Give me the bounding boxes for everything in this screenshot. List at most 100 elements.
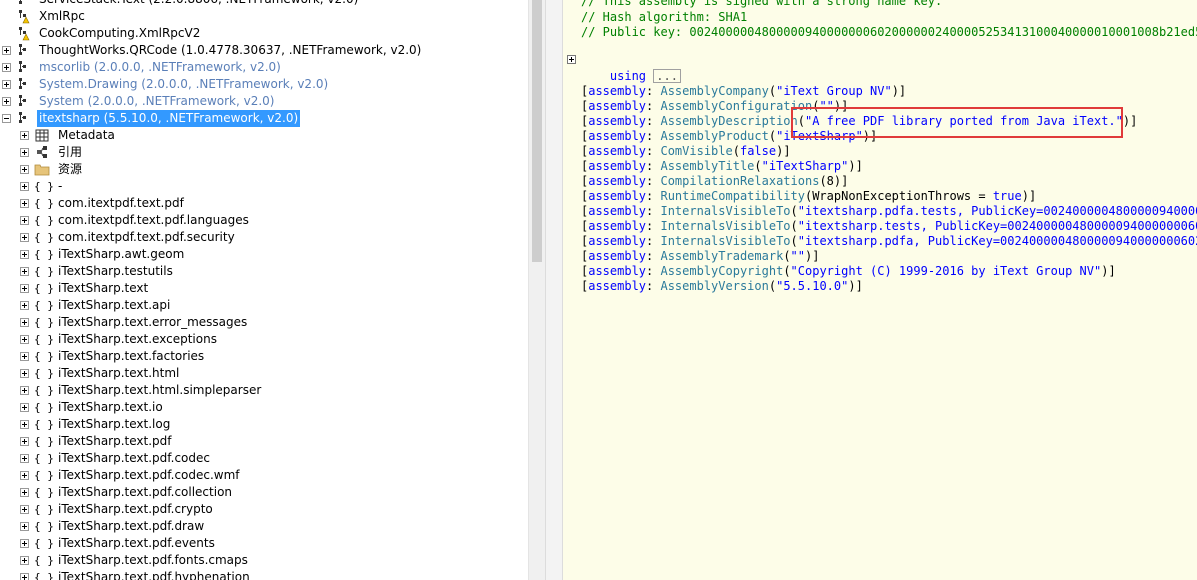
expand-plus-icon[interactable] [20,182,29,191]
assembly-attribute-line: [assembly: AssemblyTitle("iTextSharp")] [581,159,863,174]
tree-node[interactable]: CookComputing.XmlRpcV2 [0,25,528,42]
tree-node[interactable]: { } com.itextpdf.text.pdf.security [0,229,528,246]
tree-node[interactable]: { } com.itextpdf.text.pdf.languages [0,212,528,229]
tree-node[interactable]: { } iTextSharp.testutils [0,263,528,280]
code-token: AssemblyProduct [660,129,769,143]
assembly-tree-panel[interactable]: ServiceStack.Text (2.2.0.8806, .NETFrame… [0,0,528,580]
expand-plus-icon[interactable] [2,97,11,106]
expand-plus-icon[interactable] [20,386,29,395]
expand-plus-icon[interactable] [20,403,29,412]
tree-node[interactable]: { } iTextSharp.text.io [0,399,528,416]
assembly-attribute-line: [assembly: InternalsVisibleTo("itextshar… [581,204,1197,219]
expand-plus-icon[interactable] [20,454,29,463]
code-token: ComVisible [660,144,733,158]
tree-node[interactable]: { } iTextSharp.text.pdf.fonts.cmaps [0,552,528,569]
tree-node[interactable]: { } iTextSharp.text.html [0,365,528,382]
expand-plus-icon[interactable] [20,250,29,259]
tree-node[interactable]: { } iTextSharp.text.pdf.crypto [0,501,528,518]
code-token: : [646,204,661,218]
namespace-icon: { } [34,299,54,312]
expand-plus-icon[interactable] [20,335,29,344]
code-token: true [992,189,1022,203]
code-token: "iTextSharp" [761,159,849,173]
tree-node[interactable]: { } iTextSharp.text.pdf.collection [0,484,528,501]
tree-node-label: com.itextpdf.text.pdf.languages [58,213,249,227]
expand-plus-icon[interactable] [20,216,29,225]
tree-node[interactable]: 引用 [0,144,528,161]
collapse-minus-icon[interactable] [2,114,11,123]
metadata-icon [34,128,50,143]
code-token: ( [783,264,791,278]
expand-plus-icon[interactable] [20,437,29,446]
tree-node[interactable]: Metadata [0,127,528,144]
expand-plus-icon[interactable] [20,471,29,480]
code-token: : [646,84,661,98]
code-token: ( [732,144,740,158]
tree-node[interactable]: { } iTextSharp.text.exceptions [0,331,528,348]
expand-plus-icon[interactable] [20,556,29,565]
tree-node[interactable]: { } com.itextpdf.text.pdf [0,195,528,212]
tree-node[interactable]: { } iTextSharp.text.api [0,297,528,314]
tree-node[interactable]: { } iTextSharp.text.error_messages [0,314,528,331]
tree-node[interactable]: { } iTextSharp.text [0,280,528,297]
tree-node[interactable]: System (2.0.0.0, .NETFramework, v2.0) [0,93,528,110]
tree-node[interactable]: mscorlib (2.0.0.0, .NETFramework, v2.0) [0,59,528,76]
tree-node[interactable]: { } iTextSharp.text.pdf [0,433,528,450]
namespace-icon: { } [34,520,54,533]
tree-node[interactable]: { } iTextSharp.text.html.simpleparser [0,382,528,399]
expand-plus-icon[interactable] [20,165,29,174]
tree-node[interactable]: 资源 [0,161,528,178]
code-view-panel[interactable]: // This assembly is signed with a strong… [563,0,1197,580]
expand-plus-icon[interactable] [20,233,29,242]
tree-node[interactable]: { } - [0,178,528,195]
tree-node[interactable]: { } iTextSharp.text.pdf.hyphenation [0,569,528,580]
expand-plus-icon[interactable] [2,63,11,72]
tree-node[interactable]: System.Drawing (2.0.0.0, .NETFramework, … [0,76,528,93]
expand-plus-icon[interactable] [20,522,29,531]
expand-plus-icon[interactable] [20,420,29,429]
namespace-icon: { } [34,554,54,567]
expand-using-icon[interactable] [567,55,576,64]
tree-node-label: iTextSharp.text.html.simpleparser [58,383,262,397]
tree-node[interactable]: { } iTextSharp.text.log [0,416,528,433]
expand-plus-icon[interactable] [20,318,29,327]
expand-plus-icon[interactable] [20,539,29,548]
code-comment-line: // Public key: 0024000004800000940000000… [581,25,1197,39]
tree-node-label: iTextSharp.awt.geom [58,247,185,261]
expand-plus-icon[interactable] [20,369,29,378]
using-collapsed-ellipsis[interactable]: ... [653,69,681,83]
expand-plus-icon[interactable] [20,573,29,580]
code-token: assembly [588,159,647,173]
tree-node[interactable]: ServiceStack.Text (2.2.0.8806, .NETFrame… [0,0,528,8]
expand-plus-icon[interactable] [20,505,29,514]
tree-node[interactable]: { } iTextSharp.text.pdf.draw [0,518,528,535]
tree-node[interactable]: { } iTextSharp.text.pdf.codec [0,450,528,467]
expand-plus-icon[interactable] [20,301,29,310]
tree-node[interactable]: ThoughtWorks.QRCode (1.0.4778.30637, .NE… [0,42,528,59]
tree-node[interactable]: { } iTextSharp.text.pdf.codec.wmf [0,467,528,484]
tree-node-label: System.Drawing (2.0.0.0, .NETFramework, … [39,77,329,91]
tree-vertical-scrollbar[interactable] [528,0,545,580]
expand-plus-icon[interactable] [20,148,29,157]
expand-plus-icon[interactable] [20,488,29,497]
expand-plus-icon[interactable] [20,267,29,276]
tree-node-label: 引用 [58,145,83,159]
expand-plus-icon[interactable] [2,46,11,55]
scrollbar-thumb[interactable] [532,0,542,262]
expand-plus-icon[interactable] [2,80,11,89]
tree-node[interactable]: XmlRpc [0,8,528,25]
code-token: RuntimeCompatibility [660,189,805,203]
tree-node-label: iTextSharp.text.pdf.draw [58,519,205,533]
tree-node[interactable]: { } iTextSharp.text.pdf.events [0,535,528,552]
tree-node[interactable]: itextsharp (5.5.10.0, .NETFramework, v2.… [0,110,528,127]
code-token: assembly [588,264,647,278]
tree-node[interactable]: { } iTextSharp.text.factories [0,348,528,365]
expand-plus-icon[interactable] [20,199,29,208]
panel-splitter[interactable] [545,0,563,580]
namespace-icon: { } [34,231,54,244]
expand-plus-icon[interactable] [20,284,29,293]
code-token: assembly [588,279,647,293]
expand-plus-icon[interactable] [20,352,29,361]
tree-node[interactable]: { } iTextSharp.awt.geom [0,246,528,263]
expand-plus-icon[interactable] [20,131,29,140]
